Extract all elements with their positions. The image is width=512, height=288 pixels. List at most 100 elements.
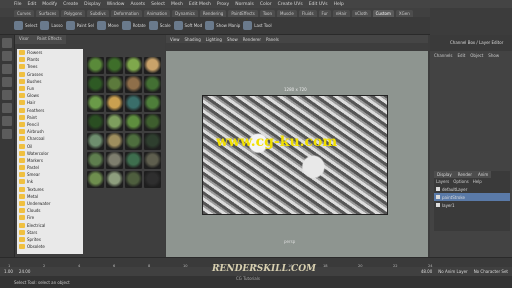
brush-thumbnail[interactable]: [125, 152, 142, 169]
shelf-tool-button[interactable]: Rotate: [121, 21, 146, 30]
brush-thumbnail[interactable]: [87, 76, 104, 93]
layer-row[interactable]: layer1: [434, 201, 510, 209]
brush-thumbnail[interactable]: [87, 57, 104, 74]
menu-item[interactable]: Mesh: [171, 2, 183, 7]
folder-item[interactable]: Fun: [17, 85, 83, 92]
menu-item[interactable]: Create UVs: [278, 2, 303, 7]
brush-thumbnail[interactable]: [87, 133, 104, 150]
brush-thumbnail[interactable]: [87, 171, 104, 188]
start-time[interactable]: 1.00: [4, 269, 13, 274]
shelf-tab[interactable]: Custom: [372, 10, 394, 17]
menu-item[interactable]: Edit: [28, 2, 37, 7]
layout-side-icon[interactable]: [2, 129, 12, 139]
brush-thumbnail[interactable]: [144, 152, 161, 169]
layer-tab[interactable]: Anim: [475, 171, 492, 178]
viewport-panel[interactable]: View Shading Lighting Show Renderer Panels 12…: [166, 35, 428, 257]
folder-item[interactable]: Fire: [17, 214, 83, 221]
channel-tab[interactable]: Edit: [458, 53, 466, 58]
viewport-menu-item[interactable]: Shading: [185, 37, 201, 42]
char-set-select[interactable]: No Character Set: [474, 269, 508, 274]
folder-item[interactable]: Airbrush: [17, 128, 83, 135]
browser-tab[interactable]: Paint Effects: [32, 35, 66, 44]
folder-item[interactable]: Paint: [17, 114, 83, 121]
brush-thumbnail[interactable]: [144, 133, 161, 150]
menu-item[interactable]: Modify: [42, 2, 57, 7]
viewport-menu-item[interactable]: Panels: [266, 37, 279, 42]
shelf-tool-button[interactable]: Paint Sel: [65, 21, 94, 30]
end-time[interactable]: 24.00: [19, 269, 30, 274]
layer-row[interactable]: defaultLayer: [434, 185, 510, 193]
brush-thumbnail[interactable]: [106, 152, 123, 169]
shelf-tool-button[interactable]: Last Tool: [243, 21, 272, 30]
brush-thumbnail[interactable]: [106, 76, 123, 93]
folder-item[interactable]: Metal: [17, 193, 83, 200]
folder-item[interactable]: Ink: [17, 178, 83, 185]
brush-thumbnail[interactable]: [125, 95, 142, 112]
brush-thumbnail[interactable]: [106, 114, 123, 131]
folder-item[interactable]: Underwater: [17, 200, 83, 207]
layer-tab[interactable]: Render: [454, 171, 475, 178]
channel-tab[interactable]: Channels: [434, 53, 453, 58]
folder-item[interactable]: Oil: [17, 142, 83, 149]
shelf-tab[interactable]: Dynamics: [172, 10, 198, 17]
visibility-icon[interactable]: [436, 203, 440, 207]
browser-tab[interactable]: Visor: [15, 35, 33, 44]
layer-menu-item[interactable]: Help: [473, 179, 482, 184]
folder-item[interactable]: Pastel: [17, 164, 83, 171]
shelf-tab[interactable]: XGen: [395, 10, 413, 17]
layout-four-icon[interactable]: [2, 116, 12, 126]
folder-item[interactable]: Markers: [17, 157, 83, 164]
menu-item[interactable]: Help: [334, 2, 344, 7]
shelf-tab[interactable]: Curves: [14, 10, 34, 17]
shelf-tab[interactable]: Subdivs: [87, 10, 109, 17]
shelf-tab[interactable]: Deformation: [110, 10, 142, 17]
shelf-tab[interactable]: Fur: [318, 10, 331, 17]
brush-thumbnail[interactable]: [144, 57, 161, 74]
brush-thumbnail[interactable]: [144, 114, 161, 131]
menu-item[interactable]: Create: [63, 2, 78, 7]
viewport-menu-item[interactable]: Show: [227, 37, 238, 42]
menu-item[interactable]: Display: [84, 2, 101, 7]
visibility-icon[interactable]: [436, 195, 440, 199]
range-end-time[interactable]: 48.00: [421, 269, 432, 274]
folder-item[interactable]: Trees: [17, 63, 83, 70]
viewport-menu-item[interactable]: Renderer: [243, 37, 261, 42]
layer-row[interactable]: paintStroke: [434, 193, 510, 201]
menu-item[interactable]: Edit UVs: [309, 2, 328, 7]
lasso-tool-icon[interactable]: [2, 51, 12, 61]
shelf-tab[interactable]: Animation: [143, 10, 171, 17]
menu-item[interactable]: Proxy: [217, 2, 229, 7]
menu-item[interactable]: Edit Mesh: [189, 2, 211, 7]
brush-thumbnail[interactable]: [144, 171, 161, 188]
folder-item[interactable]: Glows: [17, 92, 83, 99]
shelf-tool-button[interactable]: Scale: [148, 21, 171, 30]
folder-item[interactable]: Pencil: [17, 121, 83, 128]
shelf-tool-button[interactable]: Select: [14, 21, 37, 30]
channel-tab[interactable]: Show: [488, 53, 499, 58]
folder-item[interactable]: Textures: [17, 186, 83, 193]
menu-item[interactable]: Color: [260, 2, 272, 7]
folder-item[interactable]: Flowers: [17, 49, 83, 56]
folder-item[interactable]: Feathers: [17, 107, 83, 114]
brush-thumbnail[interactable]: [125, 133, 142, 150]
brush-thumbnail[interactable]: [144, 95, 161, 112]
folder-item[interactable]: Bushes: [17, 78, 83, 85]
rotate-tool-icon[interactable]: [2, 77, 12, 87]
menu-item[interactable]: Normals: [235, 2, 254, 7]
folder-item[interactable]: Charcoal: [17, 135, 83, 142]
folder-item[interactable]: Sprites: [17, 236, 83, 243]
shelf-tool-button[interactable]: Soft Mod: [173, 21, 202, 30]
select-tool-icon[interactable]: [2, 38, 12, 48]
brush-thumbnail[interactable]: [125, 76, 142, 93]
brush-thumbnail[interactable]: [106, 57, 123, 74]
shelf-tool-button[interactable]: Show Manip: [205, 21, 240, 30]
folder-item[interactable]: Smear: [17, 171, 83, 178]
shelf-tab[interactable]: Muscle: [277, 10, 297, 17]
folder-item[interactable]: Clouds: [17, 207, 83, 214]
menu-item[interactable]: Select: [151, 2, 165, 7]
menu-item[interactable]: File: [14, 2, 22, 7]
layer-tab[interactable]: Display: [434, 171, 455, 178]
folder-item[interactable]: Electrical: [17, 222, 83, 229]
shelf-tool-button[interactable]: Move: [96, 21, 119, 30]
folder-item[interactable]: Grasses: [17, 71, 83, 78]
